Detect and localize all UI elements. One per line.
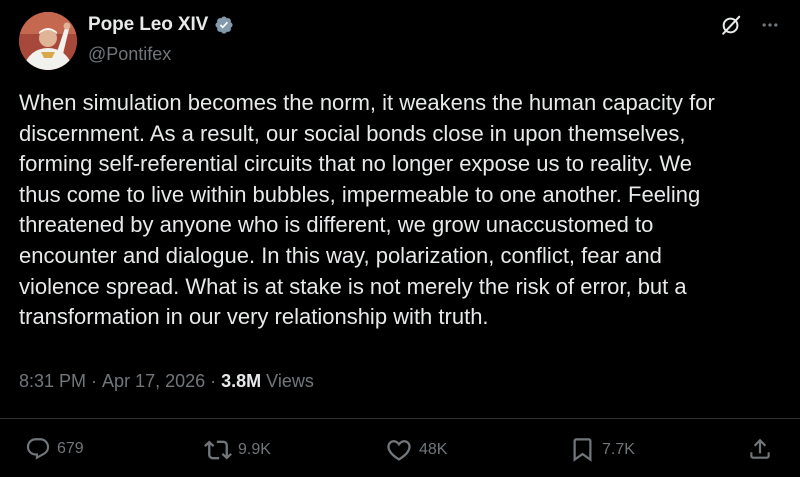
separator-dot: · (86, 371, 103, 391)
display-name[interactable]: Pope Leo XIV (88, 14, 208, 36)
repost-count: 9.9K (238, 441, 271, 458)
pope-portrait-icon (19, 12, 77, 70)
avatar[interactable] (19, 12, 77, 70)
share-button[interactable] (747, 436, 773, 462)
like-icon (387, 440, 411, 461)
verified-badge-icon[interactable] (214, 15, 234, 35)
views-count: 3.8M (221, 371, 262, 391)
views-label: Views (266, 371, 314, 391)
repost-icon (204, 440, 232, 460)
tweet-time[interactable]: 8:31 PM (19, 371, 86, 392)
bookmark-button[interactable]: 7.7K (569, 436, 635, 463)
like-count: 48K (419, 441, 448, 458)
more-icon[interactable] (760, 15, 780, 35)
separator-dot: · (205, 371, 222, 391)
tweet-date[interactable]: Apr 17, 2026 (102, 371, 205, 392)
bookmark-icon (573, 438, 592, 462)
tweet-text: When simulation becomes the norm, it wea… (19, 90, 715, 330)
like-button[interactable]: 48K (385, 436, 447, 464)
repost-button[interactable]: 9.9K (204, 436, 271, 464)
handle[interactable]: @Pontifex (88, 44, 171, 65)
tweet-meta: 8:31 PM · Apr 17, 2026 · 3.8M Views (19, 371, 314, 392)
grok-icon[interactable] (720, 14, 742, 36)
divider (0, 418, 800, 419)
share-icon (750, 438, 770, 459)
reply-button[interactable]: 679 (25, 436, 84, 462)
reply-count: 679 (57, 440, 84, 457)
reply-icon (26, 438, 50, 460)
action-bar: 679 9.9K 48K 7.7K (0, 436, 800, 470)
bookmark-count: 7.7K (602, 440, 635, 458)
